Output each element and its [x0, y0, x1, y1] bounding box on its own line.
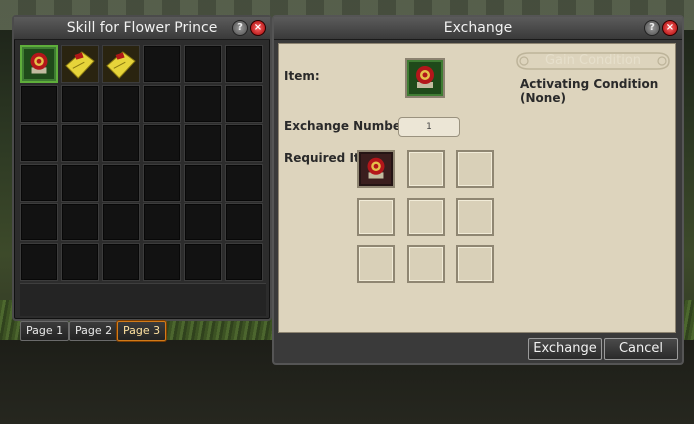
inventory-slot[interactable] — [61, 84, 99, 123]
inventory-window: Skill for Flower Prince ? × — [12, 15, 272, 321]
required-item-slot[interactable] — [357, 150, 395, 188]
required-item-slot[interactable] — [406, 150, 445, 188]
exchange-item-slot[interactable] — [405, 58, 445, 98]
inventory-slot[interactable] — [61, 45, 99, 83]
page-tab-2[interactable]: Page 2 — [69, 321, 119, 341]
inventory-titlebar[interactable]: Skill for Flower Prince ? × — [14, 17, 270, 40]
inventory-help-button[interactable]: ? — [232, 20, 248, 36]
exchange-help-button[interactable]: ? — [644, 20, 660, 36]
flower-medallion-icon — [407, 60, 443, 96]
inventory-slot[interactable] — [61, 124, 99, 162]
inventory-slot[interactable] — [102, 84, 140, 123]
golden-scroll-icon — [103, 46, 139, 82]
inventory-slot[interactable] — [184, 124, 222, 162]
inventory-slot[interactable] — [61, 242, 99, 281]
exchange-titlebar[interactable]: Exchange ? × — [274, 17, 682, 40]
exchange-number-input[interactable]: 1 — [398, 117, 460, 137]
inventory-slot[interactable] — [184, 84, 222, 123]
inventory-close-button[interactable]: × — [250, 20, 266, 36]
inventory-slot[interactable] — [143, 163, 181, 202]
exchange-title: Exchange — [443, 20, 513, 36]
inventory-slot[interactable] — [20, 163, 58, 202]
inventory-slot[interactable] — [143, 203, 181, 241]
inventory-slot[interactable] — [225, 163, 263, 202]
inventory-slot[interactable] — [102, 163, 140, 202]
required-item-slot[interactable] — [456, 245, 494, 283]
gain-condition-title: Gain Condition — [544, 53, 642, 68]
golden-scroll-icon — [62, 46, 98, 82]
inventory-slot[interactable] — [102, 203, 140, 241]
inventory-slot[interactable] — [20, 242, 58, 281]
required-item-slot[interactable] — [456, 197, 494, 236]
required-item-slot[interactable] — [456, 150, 494, 188]
required-item-slot[interactable] — [357, 197, 395, 236]
inventory-slot[interactable] — [225, 203, 263, 241]
inventory-slot[interactable] — [102, 242, 140, 281]
inventory-slot[interactable] — [61, 163, 99, 202]
gain-condition-header: Gain Condition — [515, 50, 671, 72]
inventory-slot[interactable] — [61, 203, 99, 241]
inventory-slot[interactable] — [20, 124, 58, 162]
required-item-slot[interactable] — [406, 245, 445, 283]
inventory-slot[interactable] — [143, 84, 181, 123]
red-flower-medallion-icon — [359, 152, 393, 186]
inventory-slot[interactable] — [184, 242, 222, 281]
cancel-button[interactable]: Cancel — [604, 338, 678, 360]
inventory-slot[interactable] — [225, 84, 263, 123]
page-tab-3[interactable]: Page 3 — [117, 321, 167, 341]
inventory-bottom-bar — [20, 283, 266, 316]
exchange-button[interactable]: Exchange — [528, 338, 602, 360]
exchange-number-label: Exchange Number — [284, 119, 407, 133]
required-item-slot[interactable] — [406, 197, 445, 236]
inventory-slot[interactable] — [225, 242, 263, 281]
inventory-slot[interactable] — [184, 45, 222, 83]
page-tab-1[interactable]: Page 1 — [20, 321, 70, 341]
inventory-slot[interactable] — [225, 45, 263, 83]
inventory-slot[interactable] — [184, 203, 222, 241]
inventory-slot[interactable] — [225, 124, 263, 162]
inventory-slot[interactable] — [102, 124, 140, 162]
required-item-slot[interactable] — [357, 245, 395, 283]
inventory-slot-grid — [20, 45, 266, 281]
flower-medallion-icon — [22, 47, 56, 81]
required-items-label: Required Ite — [284, 151, 368, 165]
inventory-slot[interactable] — [143, 124, 181, 162]
inventory-slot[interactable] — [143, 242, 181, 281]
exchange-close-button[interactable]: × — [662, 20, 678, 36]
gain-condition-text: Activating Condition (None) — [520, 77, 659, 105]
inventory-slot[interactable] — [143, 45, 181, 83]
inventory-slot[interactable] — [20, 84, 58, 123]
item-label: Item: — [284, 69, 320, 83]
inventory-slot[interactable] — [20, 45, 58, 83]
inventory-slot[interactable] — [184, 163, 222, 202]
inventory-slot[interactable] — [102, 45, 140, 83]
inventory-slot[interactable] — [20, 203, 58, 241]
